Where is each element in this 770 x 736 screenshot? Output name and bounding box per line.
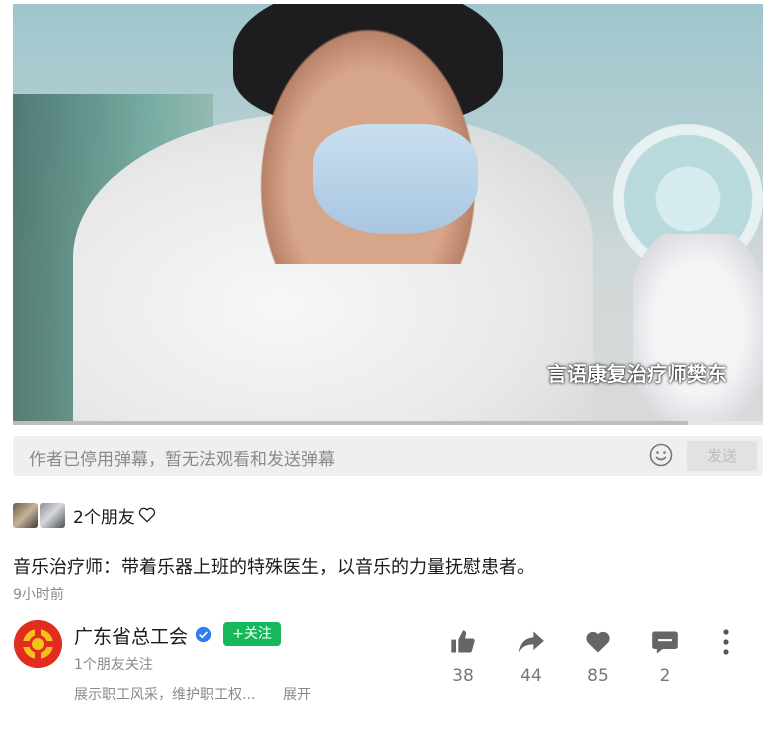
comment-icon	[652, 631, 678, 654]
video-doctor-mask	[313, 124, 478, 234]
follow-button[interactable]: +关注	[223, 622, 281, 646]
post-time: 9小时前	[13, 587, 64, 603]
video-progress-fill	[13, 421, 688, 425]
heart-action[interactable]: 85	[573, 628, 623, 686]
heart-icon	[586, 631, 610, 653]
author-avatar-logo[interactable]	[14, 620, 62, 668]
share-arrow-icon	[518, 631, 544, 653]
comment-action[interactable]: 2	[640, 628, 690, 686]
danmaku-disabled-text: 作者已停用弹幕，暂无法观看和发送弹幕	[29, 450, 335, 470]
author-followed-by: 1个朋友关注	[74, 657, 153, 673]
thumbs-up-icon	[451, 630, 475, 653]
video-patient-hand	[633, 234, 763, 421]
friends-label: 2个朋友	[73, 507, 135, 528]
author-description: 展示职工风采，维护职工权...	[74, 687, 256, 703]
post-title: 音乐治疗师：带着乐器上班的特殊医生，以音乐的力量抚慰患者。	[13, 557, 535, 578]
send-danmaku-button[interactable]: 发送	[687, 441, 757, 471]
share-action[interactable]: 44	[506, 628, 556, 686]
share-count: 44	[520, 666, 542, 686]
like-action[interactable]: 38	[438, 628, 488, 686]
heart-outline-icon	[138, 507, 155, 523]
verified-badge-icon	[195, 626, 212, 643]
video-caption: 言语康复治疗师樊东	[547, 362, 727, 386]
friends-row[interactable]: 2个朋友	[13, 502, 157, 528]
friend-avatar	[40, 502, 65, 528]
like-count: 38	[452, 666, 474, 686]
emoji-icon[interactable]	[649, 443, 673, 467]
friend-avatar	[13, 502, 38, 528]
comment-count: 2	[659, 666, 671, 686]
video-progress-bar[interactable]	[13, 421, 763, 425]
video-player[interactable]: 言语康复治疗师樊东	[13, 4, 763, 421]
more-options-icon[interactable]	[719, 628, 733, 658]
expand-link[interactable]: 展开	[283, 684, 311, 704]
danmaku-bar: 作者已停用弹幕，暂无法观看和发送弹幕 发送	[13, 436, 763, 476]
heart-count: 85	[587, 666, 609, 686]
author-name[interactable]: 广东省总工会	[74, 622, 188, 649]
